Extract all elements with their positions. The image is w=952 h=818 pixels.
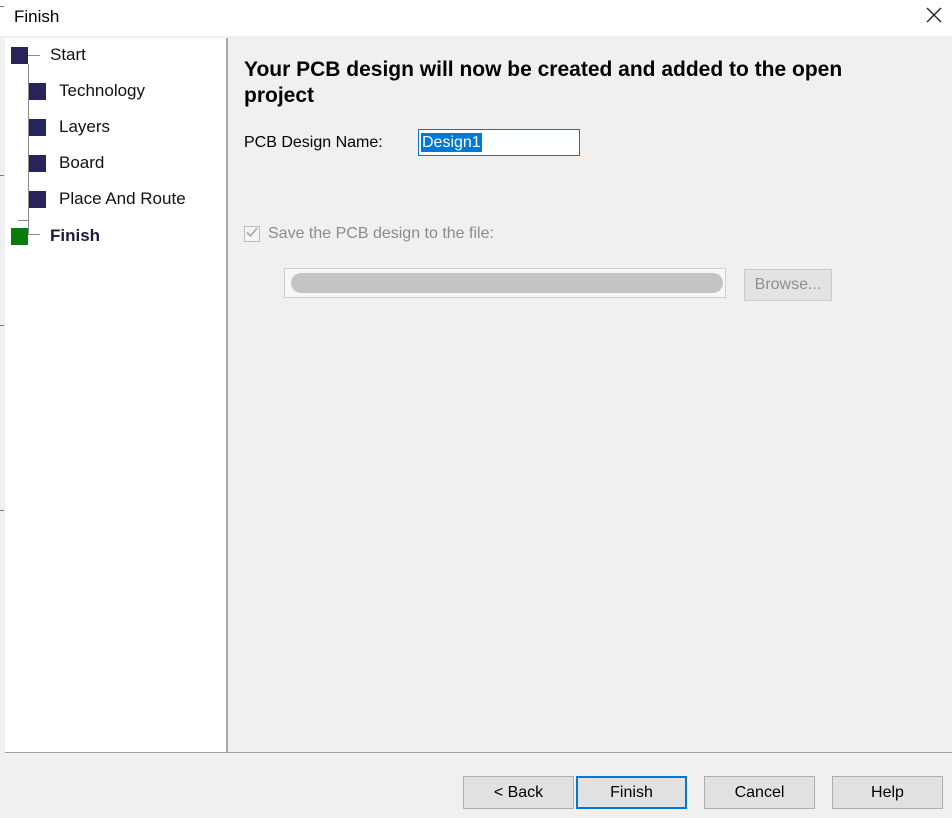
design-name-value: Design1 bbox=[421, 133, 482, 152]
step-place-and-route[interactable]: Place And Route bbox=[29, 188, 186, 210]
window-title: Finish bbox=[14, 7, 60, 26]
step-label: Technology bbox=[59, 81, 146, 100]
steps-sidebar bbox=[5, 38, 226, 752]
step-done-icon bbox=[29, 154, 46, 172]
step-board[interactable]: Board bbox=[29, 152, 104, 174]
page-heading: Your PCB design will now be created and … bbox=[244, 58, 843, 107]
step-label: Place And Route bbox=[59, 189, 186, 208]
step-done-icon bbox=[29, 82, 46, 100]
file-path-field[interactable] bbox=[284, 268, 726, 298]
title-bar: Finish bbox=[0, 0, 952, 36]
save-to-file-checkbox[interactable] bbox=[244, 226, 260, 242]
redacted-path bbox=[291, 273, 723, 293]
step-finish[interactable]: Finish bbox=[11, 225, 100, 247]
save-to-file-label: Save the PCB design to the file: bbox=[268, 225, 494, 242]
step-label: Board bbox=[59, 153, 105, 172]
step-current-icon bbox=[11, 227, 28, 245]
content-panel: Your PCB design will now be created and … bbox=[228, 38, 952, 752]
step-label: Layers bbox=[59, 117, 111, 136]
checkmark-icon bbox=[245, 225, 259, 244]
help-button[interactable]: Help bbox=[832, 776, 943, 809]
back-button[interactable]: < Back bbox=[463, 776, 574, 809]
step-label: Finish bbox=[50, 226, 101, 245]
step-done-icon bbox=[11, 46, 28, 64]
save-to-file-row: Save the PCB design to the file: bbox=[244, 225, 494, 243]
wizard-window: Finish Start Technology Layers Board Pla… bbox=[0, 0, 952, 818]
close-button[interactable] bbox=[916, 0, 952, 34]
design-name-input[interactable]: Design1 bbox=[418, 129, 580, 156]
step-label: Start bbox=[50, 45, 86, 64]
cancel-button[interactable]: Cancel bbox=[704, 776, 815, 809]
finish-button[interactable]: Finish bbox=[576, 776, 687, 809]
close-icon bbox=[925, 6, 943, 29]
browse-button[interactable]: Browse... bbox=[744, 269, 832, 301]
step-done-icon bbox=[29, 190, 46, 208]
step-done-icon bbox=[29, 118, 46, 136]
step-technology[interactable]: Technology bbox=[29, 80, 145, 102]
step-layers[interactable]: Layers bbox=[29, 116, 110, 138]
design-name-label: PCB Design Name: bbox=[244, 134, 383, 151]
step-start[interactable]: Start bbox=[11, 44, 86, 66]
